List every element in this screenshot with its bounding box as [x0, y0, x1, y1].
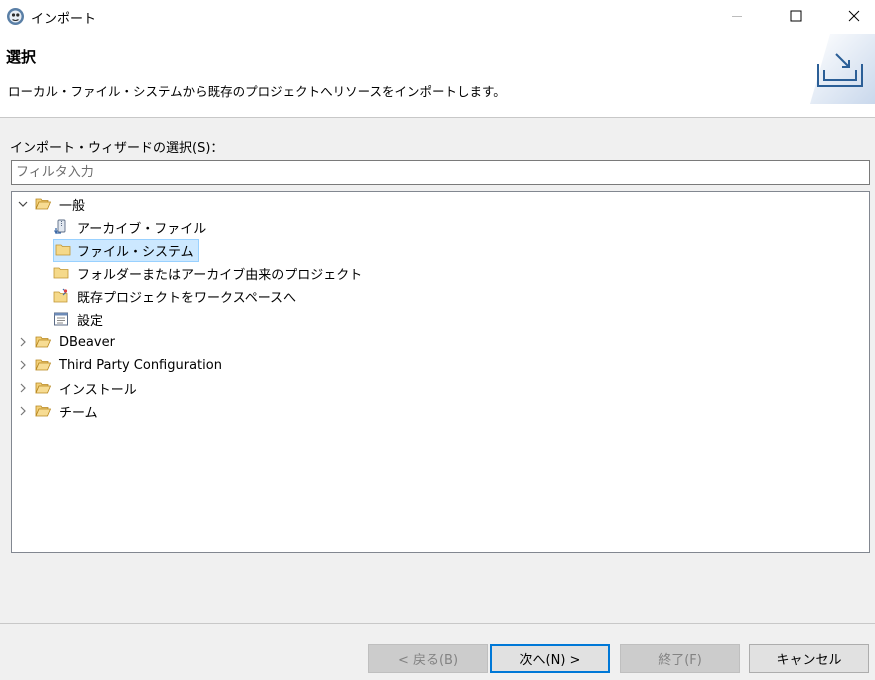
- next-button[interactable]: 次へ(N) >: [490, 644, 610, 673]
- tree-item-file-system[interactable]: ファイル・システム: [53, 238, 199, 262]
- tree-item-third-party-configuration[interactable]: Third Party Configuration: [17, 354, 227, 376]
- archive-icon: [53, 219, 69, 235]
- tree-item-existing-project[interactable]: 既存プロジェクトをワークスペースへ: [53, 285, 301, 307]
- page-description: ローカル・ファイル・システムから既存のプロジェクトへリソースをインポートします。: [8, 84, 506, 99]
- eclipse-icon: [6, 7, 25, 26]
- chevron-right-icon[interactable]: [17, 382, 29, 394]
- folder-icon: [55, 242, 71, 258]
- finish-button[interactable]: 終了(F): [620, 644, 740, 673]
- folder-open-icon: [35, 380, 51, 396]
- tree-item-label: アーカイブ・ファイル: [77, 221, 207, 237]
- back-button[interactable]: < 戻る(B): [368, 644, 488, 673]
- minimize-icon: [732, 16, 742, 17]
- tree-item-preferences[interactable]: 設定: [53, 308, 108, 330]
- window-title: インポート: [31, 12, 97, 27]
- tree-item-install[interactable]: インストール: [17, 377, 142, 399]
- wizard-selection-label: インポート・ウィザードの選択(S)：: [10, 141, 224, 156]
- maximize-icon: [790, 10, 802, 22]
- folder-open-icon: [35, 196, 51, 212]
- tree-item-label: ファイル・システム: [77, 244, 194, 260]
- chevron-right-icon[interactable]: [17, 336, 29, 348]
- tree-item-label: フォルダーまたはアーカイブ由来のプロジェクト: [77, 267, 363, 283]
- title-bar: インポート: [0, 0, 875, 34]
- project-icon: [53, 288, 69, 304]
- tree-item-dbeaver[interactable]: DBeaver: [17, 331, 120, 353]
- folder-open-icon: [35, 357, 51, 373]
- folder-icon: [53, 265, 69, 281]
- tree-item-label: 既存プロジェクトをワークスペースへ: [77, 290, 297, 306]
- cancel-button[interactable]: キャンセル: [749, 644, 869, 673]
- wizard-banner: 選択 ローカル・ファイル・システムから既存のプロジェクトへリソースをインポートし…: [0, 34, 875, 118]
- tree-item-general[interactable]: 一般: [17, 193, 90, 215]
- tree-item-label: Third Party Configuration: [59, 357, 222, 373]
- chevron-down-icon[interactable]: [17, 198, 29, 210]
- tree-item-label: DBeaver: [59, 334, 115, 350]
- page-title: 選択: [6, 48, 37, 66]
- minimize-button[interactable]: [714, 0, 760, 32]
- tree-item-archive-file[interactable]: アーカイブ・ファイル: [53, 216, 211, 238]
- tree-item-project-from-folder[interactable]: フォルダーまたはアーカイブ由来のプロジェクト: [53, 262, 367, 284]
- close-icon: [848, 10, 860, 22]
- filter-input[interactable]: [11, 160, 870, 185]
- close-button[interactable]: [831, 0, 875, 32]
- tree-item-label: チーム: [59, 405, 98, 421]
- maximize-button[interactable]: [773, 0, 819, 32]
- tree-item-team[interactable]: チーム: [17, 400, 103, 422]
- folder-open-icon: [35, 403, 51, 419]
- tree-item-label: 一般: [59, 198, 86, 214]
- chevron-right-icon[interactable]: [17, 405, 29, 417]
- tree-item-label: 設定: [77, 313, 104, 329]
- import-wizard-banner-icon: [810, 34, 875, 104]
- folder-open-icon: [35, 334, 51, 350]
- footer-separator: [0, 623, 875, 624]
- preferences-icon: [53, 311, 69, 327]
- wizard-tree[interactable]: 一般 アーカイブ・ファイル ファイル・システム フォルダーまたはアーカイブ由来の…: [11, 191, 870, 553]
- chevron-right-icon[interactable]: [17, 359, 29, 371]
- tree-item-label: インストール: [59, 382, 137, 398]
